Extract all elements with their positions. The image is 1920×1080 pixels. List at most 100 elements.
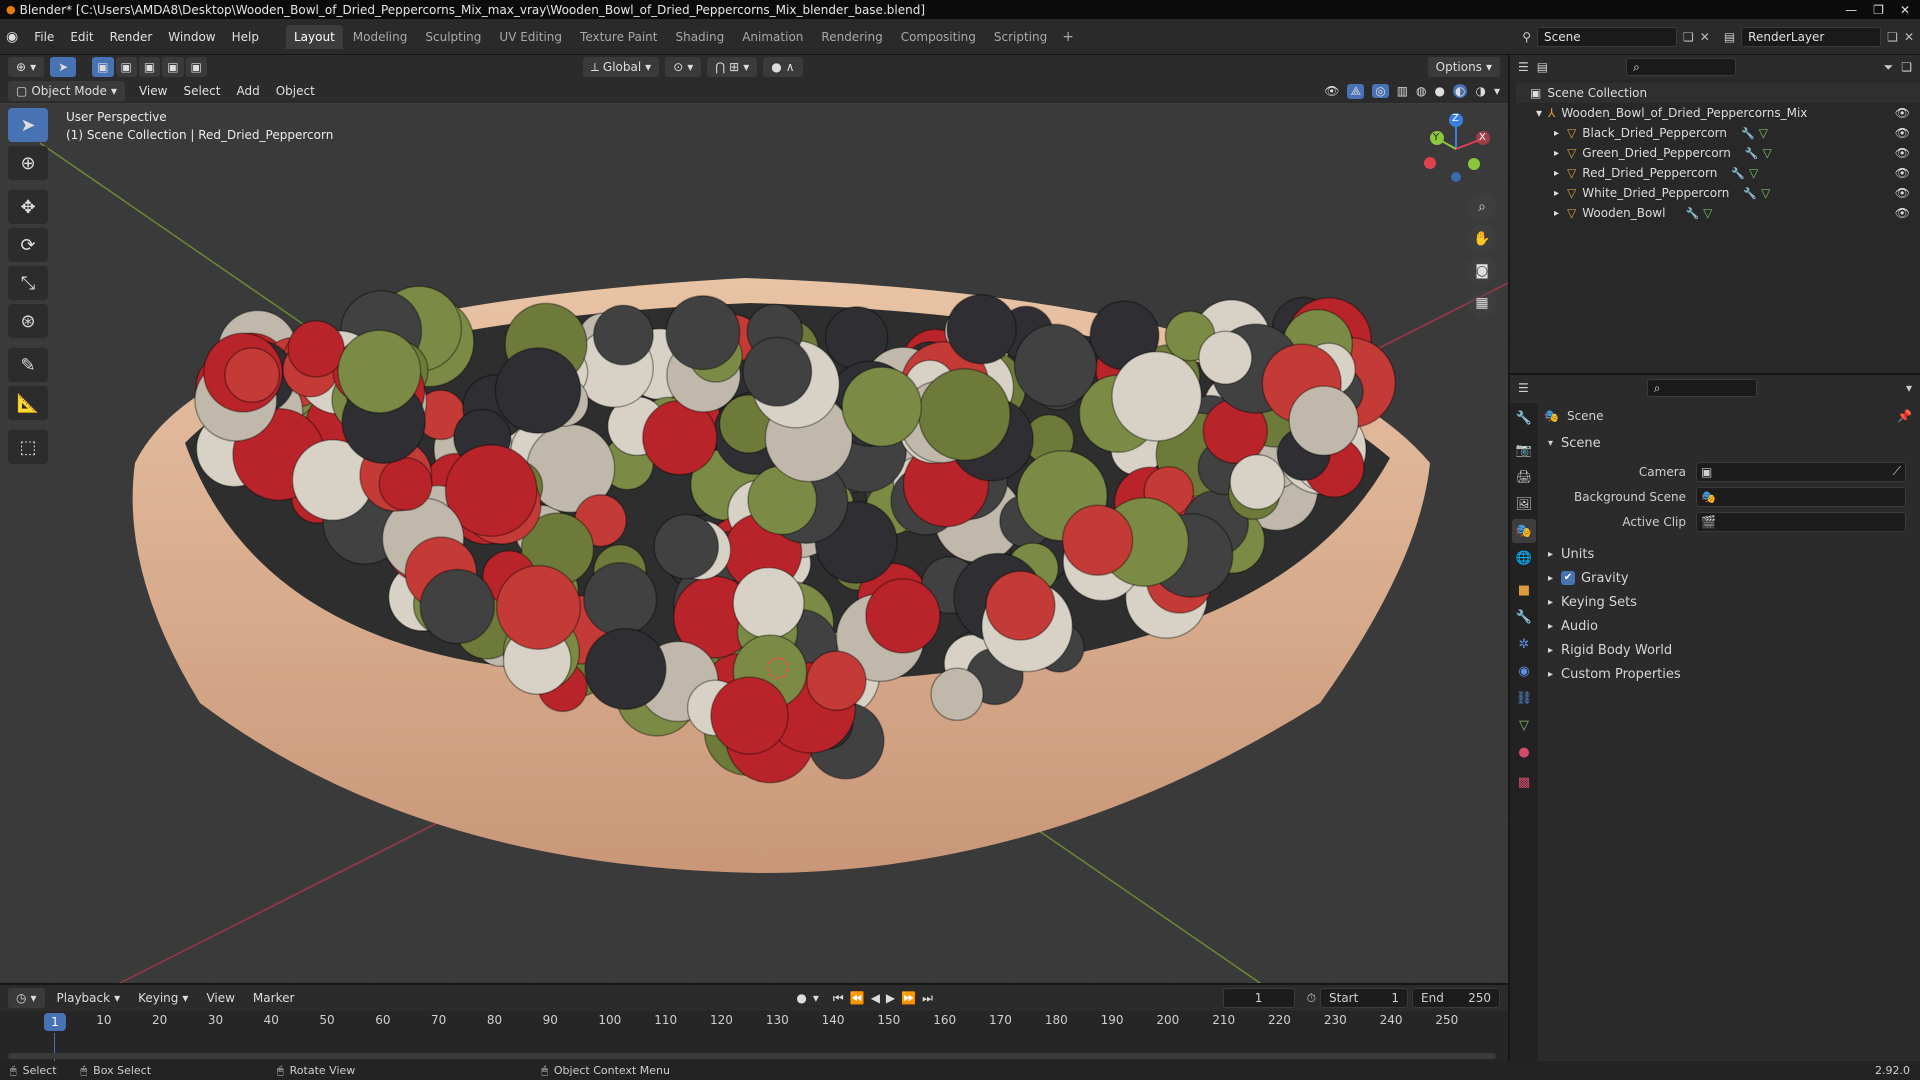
prev-keyframe-icon[interactable]: ⏪: [850, 991, 865, 1005]
eye-icon[interactable]: 👁: [1895, 126, 1910, 140]
data-tab-icon[interactable]: ▽: [1512, 713, 1536, 737]
tab-compositing[interactable]: Compositing: [893, 25, 984, 49]
cursor-tool[interactable]: ⊕: [8, 146, 48, 180]
output-tab-icon[interactable]: 🖨: [1512, 465, 1536, 489]
tab-layout[interactable]: Layout: [285, 24, 343, 49]
editor-type-icon[interactable]: ☰: [1518, 60, 1529, 74]
tab-uv-editing[interactable]: UV Editing: [491, 25, 570, 49]
measure-tool[interactable]: 📐: [8, 386, 48, 420]
pin-icon[interactable]: 📌: [1897, 409, 1912, 423]
remove-scene-icon[interactable]: ✕: [1700, 30, 1710, 44]
select-box-tool[interactable]: ➤: [8, 108, 48, 142]
play-reverse-icon[interactable]: ◀: [871, 991, 880, 1005]
eye-icon[interactable]: 👁: [1895, 146, 1910, 160]
tab-shading[interactable]: Shading: [667, 25, 732, 49]
chevron-down-icon[interactable]: ▾: [1494, 84, 1500, 98]
eye-icon[interactable]: 👁: [1895, 186, 1910, 200]
chevron-down-icon[interactable]: ▾: [813, 991, 819, 1005]
expand-arrow-icon[interactable]: ▸: [1554, 188, 1559, 199]
pan-hand-icon[interactable]: ✋: [1468, 225, 1496, 253]
collapse-arrow-icon[interactable]: ▾: [1536, 106, 1542, 120]
xray-icon[interactable]: ▥: [1397, 84, 1408, 98]
eyedropper-icon[interactable]: ⟋: [1893, 464, 1901, 479]
expand-arrow-icon[interactable]: ▸: [1554, 208, 1559, 219]
editor-type-button[interactable]: ⊕ ▾: [8, 57, 45, 77]
viewport-menu-add[interactable]: Add: [228, 84, 267, 98]
viewport-menu-object[interactable]: Object: [268, 84, 323, 98]
move-tool[interactable]: ✥: [8, 190, 48, 224]
overlays-icon[interactable]: ◎: [1372, 84, 1389, 98]
object-tab-icon[interactable]: ■: [1512, 578, 1536, 602]
proportional-edit-toggle[interactable]: ● ∧: [763, 57, 803, 77]
menu-window[interactable]: Window: [160, 30, 223, 44]
viewport-menu-select[interactable]: Select: [175, 84, 228, 98]
options-dropdown[interactable]: Options ▾: [1427, 57, 1500, 77]
new-scene-icon[interactable]: ❏: [1683, 30, 1694, 44]
menu-edit[interactable]: Edit: [62, 30, 101, 44]
gizmo-icon[interactable]: ⟁: [1347, 83, 1365, 99]
tool-tab-icon[interactable]: 🔧: [1512, 406, 1536, 430]
outliner-object-row[interactable]: ▸ ▽ Black_Dried_Peppercorn 🔧 ▽ 👁: [1516, 123, 1920, 143]
expand-arrow-icon[interactable]: ▸: [1554, 128, 1559, 139]
expand-arrow-icon[interactable]: ▸: [1554, 168, 1559, 179]
camera-view-icon[interactable]: ◙: [1468, 257, 1496, 285]
new-collection-icon[interactable]: ❏: [1901, 60, 1912, 74]
tab-modeling[interactable]: Modeling: [345, 25, 416, 49]
select-extend-button[interactable]: ▣: [115, 57, 137, 77]
3d-viewport[interactable]: User Perspective (1) Scene Collection | …: [0, 103, 1508, 983]
outliner-object-row[interactable]: ▸ ▽ Green_Dried_Peppercorn 🔧 ▽ 👁: [1516, 143, 1920, 163]
timeline-menu-playback[interactable]: Playback ▾: [49, 988, 129, 1008]
subpanel-rigid-body-world[interactable]: ▸ Rigid Body World: [1544, 638, 1918, 662]
minimize-button[interactable]: —: [1845, 3, 1857, 17]
select-intersect-button[interactable]: ▣: [185, 57, 207, 77]
maximize-button[interactable]: ❐: [1873, 3, 1884, 17]
scene-field[interactable]: Scene: [1537, 26, 1677, 47]
view-layer-tab-icon[interactable]: 🖼: [1512, 492, 1536, 516]
navigation-gizmo[interactable]: Z X Y: [1416, 109, 1496, 189]
jump-end-icon[interactable]: ⏭: [922, 991, 933, 1006]
material-shading-icon[interactable]: ◐: [1453, 84, 1468, 98]
zoom-icon[interactable]: ⌕: [1468, 193, 1496, 221]
visibility-icon[interactable]: 👁: [1324, 84, 1339, 98]
pivot-point-dropdown[interactable]: ⊙ ▾: [665, 57, 702, 77]
editor-type-icon[interactable]: ☰: [1518, 381, 1529, 395]
tab-rendering[interactable]: Rendering: [813, 25, 890, 49]
jump-start-icon[interactable]: ⏮: [833, 991, 844, 1006]
chevron-down-icon[interactable]: ▾: [1906, 381, 1912, 395]
particles-tab-icon[interactable]: ✲: [1512, 632, 1536, 656]
new-render-layer-icon[interactable]: ❏: [1887, 30, 1898, 44]
select-invert-button[interactable]: ▣: [162, 57, 184, 77]
tab-scripting[interactable]: Scripting: [986, 25, 1055, 49]
tab-animation[interactable]: Animation: [734, 25, 811, 49]
scale-tool[interactable]: ⤡: [8, 266, 48, 300]
scene-tab-icon[interactable]: 🎭: [1512, 519, 1536, 543]
constraints-tab-icon[interactable]: ⛓: [1512, 686, 1536, 710]
eye-icon[interactable]: 👁: [1895, 106, 1910, 120]
scene-panel-header[interactable]: ▾ Scene: [1544, 431, 1918, 455]
rendered-shading-icon[interactable]: ◑: [1475, 84, 1485, 98]
menu-help[interactable]: Help: [224, 30, 267, 44]
rotate-tool[interactable]: ⟳: [8, 228, 48, 262]
background-scene-field[interactable]: 🎭: [1696, 486, 1906, 507]
annotate-tool[interactable]: ✎: [8, 348, 48, 382]
ortho-grid-icon[interactable]: ▦: [1468, 289, 1496, 317]
outliner-object-row[interactable]: ▸ ▽ Wooden_Bowl 🔧 ▽ 👁: [1516, 203, 1920, 223]
start-frame-field[interactable]: Start 1: [1320, 988, 1408, 1008]
select-tool-button[interactable]: ➤: [50, 57, 77, 77]
blender-menu-icon[interactable]: ◉: [6, 29, 18, 45]
wireframe-shading-icon[interactable]: ◍: [1416, 84, 1426, 98]
subpanel-gravity[interactable]: ▸ ✔ Gravity: [1544, 566, 1918, 590]
outliner-object-row[interactable]: ▸ ▽ White_Dried_Peppercorn 🔧 ▽ 👁: [1516, 183, 1920, 203]
menu-file[interactable]: File: [26, 30, 62, 44]
modifier-tab-icon[interactable]: 🔧: [1512, 605, 1536, 629]
play-icon[interactable]: ▶: [886, 991, 895, 1005]
timeline-menu-view[interactable]: View: [198, 988, 242, 1008]
snap-toggle[interactable]: ⋂ ⊞ ▾: [707, 57, 758, 77]
scene-collection-row[interactable]: ▣ Scene Collection: [1516, 83, 1920, 103]
display-mode-icon[interactable]: ▤: [1537, 60, 1548, 74]
add-workspace-button[interactable]: +: [1062, 29, 1074, 45]
timeline-menu-marker[interactable]: Marker: [245, 988, 302, 1008]
viewport-menu-view[interactable]: View: [131, 84, 175, 98]
remove-render-layer-icon[interactable]: ✕: [1904, 30, 1914, 44]
tab-texture-paint[interactable]: Texture Paint: [572, 25, 665, 49]
